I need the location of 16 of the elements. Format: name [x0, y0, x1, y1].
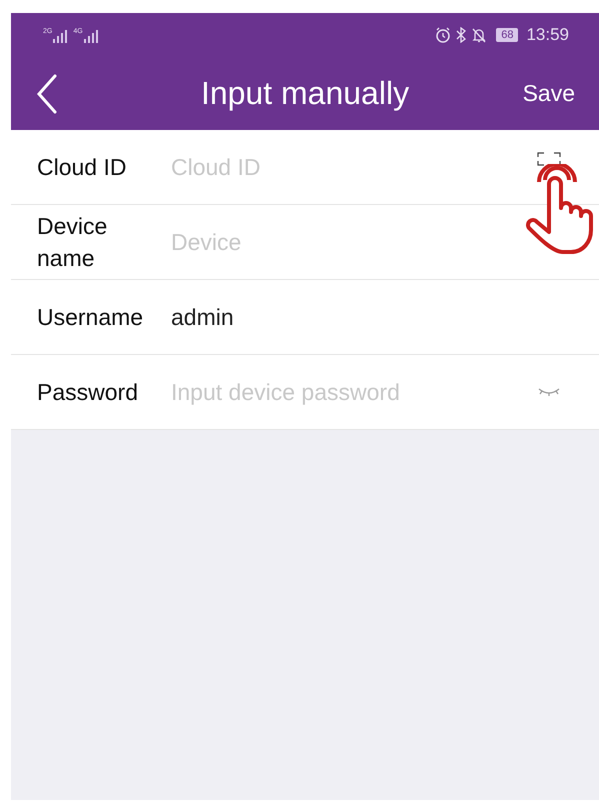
scan-icon[interactable] — [537, 152, 561, 166]
closed-eye-icon[interactable] — [537, 386, 561, 398]
alarm-icon — [435, 27, 452, 43]
field-label: Cloud ID — [36, 153, 128, 182]
field-label: Password — [36, 378, 139, 407]
clock-time: 13:59 — [526, 25, 569, 45]
battery-level: 68 — [496, 28, 518, 42]
page-title: Input manually — [200, 75, 410, 112]
muted-bell-icon — [471, 27, 488, 43]
input-field[interactable]: admin — [171, 304, 599, 330]
signal-icon — [53, 30, 68, 42]
signal-icon — [84, 30, 98, 42]
field-label: Username — [36, 303, 144, 332]
field-label: Device name — [36, 212, 108, 273]
bluetooth-icon — [456, 27, 466, 43]
save-button[interactable]: Save — [522, 80, 575, 107]
